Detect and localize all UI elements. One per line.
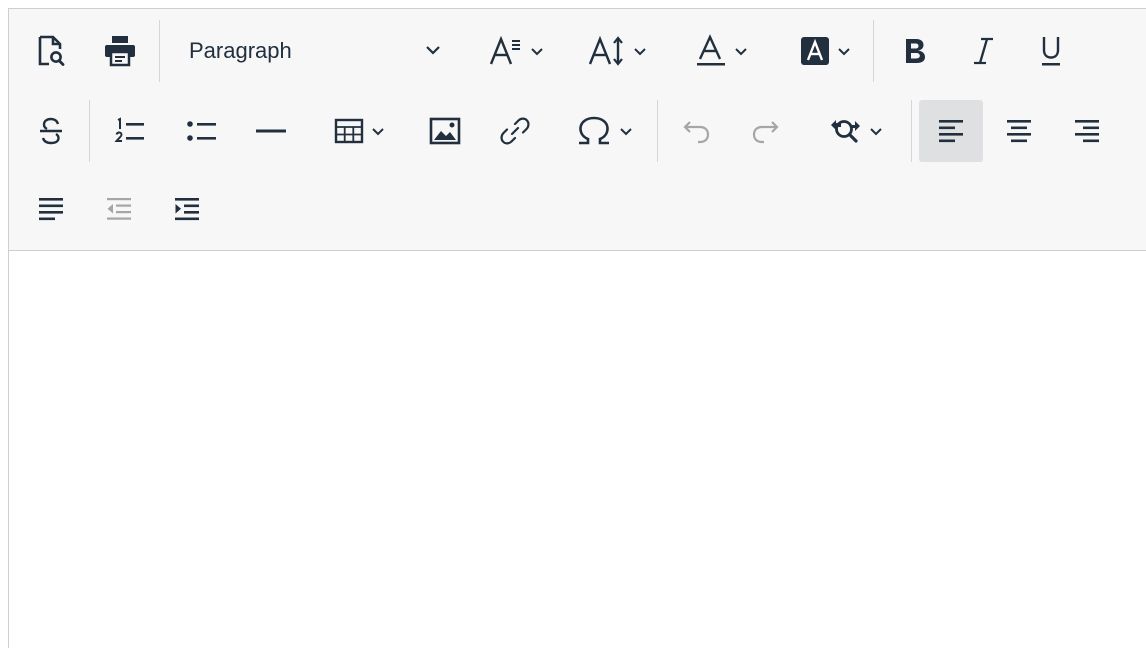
redo-button[interactable] [733, 100, 797, 162]
font-size-dropdown[interactable] [471, 20, 561, 82]
preview-icon [35, 34, 67, 68]
strikethrough-button[interactable] [19, 100, 83, 162]
numbered-list-button[interactable] [97, 100, 161, 162]
chevron-down-icon [425, 42, 441, 60]
italic-button[interactable] [951, 20, 1015, 82]
preview-button[interactable] [19, 20, 83, 82]
print-icon [102, 34, 138, 68]
editor-toolbar: Paragraph [9, 9, 1146, 251]
horizontal-rule-icon [254, 115, 288, 147]
undo-button[interactable] [665, 100, 729, 162]
italic-icon [970, 35, 996, 67]
align-justify-button[interactable] [19, 178, 83, 240]
outdent-icon [104, 194, 134, 224]
bold-button[interactable] [883, 20, 947, 82]
chevron-down-icon [633, 47, 647, 56]
chevron-down-icon [619, 127, 633, 136]
toolbar-separator [873, 20, 874, 82]
chevron-down-icon [734, 47, 748, 56]
ordered-list-icon [112, 115, 146, 147]
align-right-button[interactable] [1055, 100, 1119, 162]
rich-text-editor: Paragraph [8, 8, 1146, 649]
line-height-dropdown[interactable] [571, 20, 663, 82]
horizontal-line-button[interactable] [239, 100, 303, 162]
toolbar-separator [911, 100, 912, 162]
bulleted-list-button[interactable] [169, 100, 233, 162]
indent-button[interactable] [155, 178, 219, 240]
bold-icon [901, 35, 929, 67]
insert-image-button[interactable] [413, 100, 477, 162]
align-center-button[interactable] [987, 100, 1051, 162]
underline-icon [1038, 34, 1064, 68]
chevron-down-icon [869, 127, 883, 136]
unordered-list-icon [184, 115, 218, 147]
block-format-label: Paragraph [189, 38, 292, 63]
chevron-down-icon [371, 127, 385, 136]
align-left-icon [936, 116, 966, 146]
chevron-down-icon [530, 47, 544, 56]
align-center-icon [1004, 116, 1034, 146]
special-character-dropdown[interactable] [557, 100, 651, 162]
outdent-button[interactable] [87, 178, 151, 240]
table-icon [333, 115, 365, 147]
redo-icon [749, 116, 781, 146]
background-color-dropdown[interactable] [779, 20, 871, 82]
align-left-button[interactable] [919, 100, 983, 162]
image-icon [428, 115, 462, 147]
table-dropdown[interactable] [313, 100, 405, 162]
print-button[interactable] [87, 20, 153, 82]
line-height-icon [587, 34, 627, 68]
strikethrough-icon [37, 115, 65, 147]
toolbar-separator [657, 100, 658, 162]
toolbar-separator [159, 20, 160, 82]
text-color-icon [694, 34, 728, 68]
link-icon [498, 114, 532, 148]
find-replace-dropdown[interactable] [807, 100, 903, 162]
insert-link-button[interactable] [483, 100, 547, 162]
block-format-dropdown[interactable]: Paragraph [177, 20, 451, 82]
text-color-dropdown[interactable] [673, 20, 769, 82]
omega-icon [575, 115, 613, 147]
editor-content-area[interactable] [9, 251, 1146, 649]
align-justify-icon [36, 194, 66, 224]
toolbar-separator [89, 100, 90, 162]
font-size-icon [488, 34, 524, 68]
highlight-color-icon [799, 35, 831, 67]
align-right-icon [1072, 116, 1102, 146]
indent-icon [172, 194, 202, 224]
search-replace-icon [827, 115, 863, 147]
chevron-down-icon [837, 47, 851, 56]
underline-button[interactable] [1019, 20, 1083, 82]
undo-icon [681, 116, 713, 146]
